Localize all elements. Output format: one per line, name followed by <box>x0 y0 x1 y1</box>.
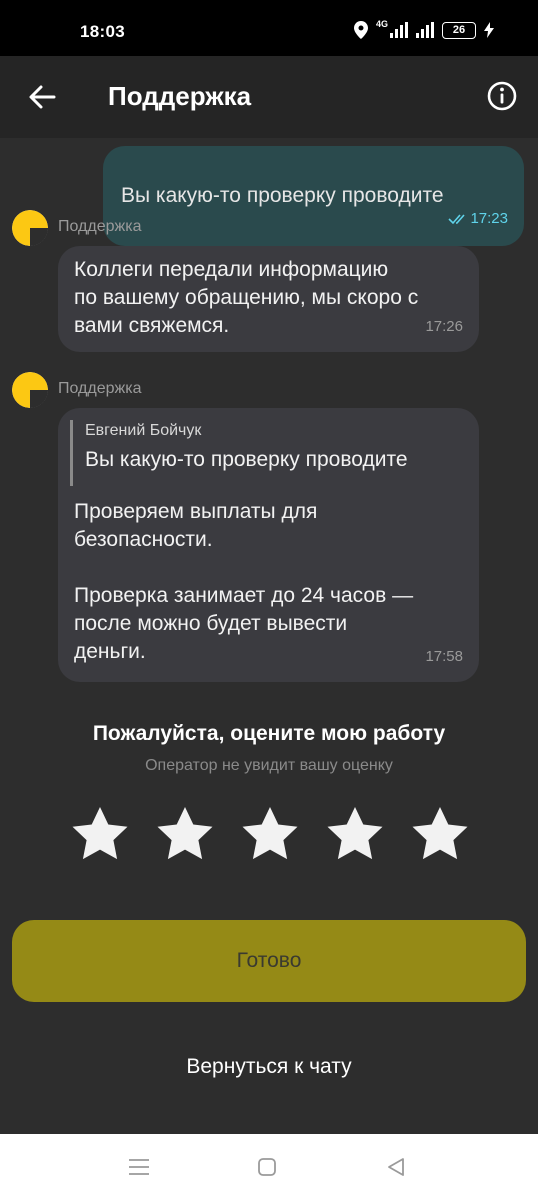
done-button[interactable]: Готово <box>12 920 526 1002</box>
network-type-label: 4G <box>375 19 388 29</box>
signal-icon <box>416 22 434 38</box>
system-nav-bar <box>0 1134 538 1200</box>
sender-name: Поддержка <box>58 380 142 397</box>
location-icon <box>353 21 368 39</box>
support-avatar <box>12 372 48 408</box>
status-bar: 18:03 4G 26 <box>0 0 538 56</box>
rating-subtitle: Оператор не увидит вашу оценку <box>145 757 393 774</box>
message-time: 17:23 <box>470 210 508 227</box>
double-check-icon <box>448 213 466 224</box>
support-logo-icon <box>12 210 48 246</box>
star-rating[interactable] <box>70 804 470 864</box>
app-header: Поддержка <box>0 56 538 138</box>
back-triangle-icon[interactable] <box>386 1157 406 1177</box>
message-text: Проверяем выплаты для безопасности. Пров… <box>74 500 414 663</box>
page-title: Поддержка <box>108 81 252 111</box>
message-time: 17:58 <box>425 648 463 665</box>
incoming-message[interactable]: Коллеги передали информацию по вашему об… <box>58 246 479 352</box>
info-icon[interactable] <box>486 80 518 112</box>
charging-icon <box>484 22 494 38</box>
sender-name: Поддержка <box>58 218 142 235</box>
message-text: Коллеги передали информацию по вашему об… <box>74 258 419 337</box>
arrow-left-icon[interactable] <box>26 81 58 113</box>
status-icons: 4G 26 <box>353 19 494 39</box>
quoted-message[interactable]: Евгений Бойчук Вы какую-то проверку пров… <box>70 420 408 486</box>
status-time: 18:03 <box>80 22 125 41</box>
star-icon[interactable] <box>410 804 470 864</box>
signal-icon <box>390 22 408 38</box>
battery-icon: 26 <box>442 21 476 39</box>
support-avatar <box>12 210 48 246</box>
battery-level: 26 <box>452 24 466 36</box>
incoming-message[interactable]: Евгений Бойчук Вы какую-то проверку пров… <box>58 408 479 682</box>
star-icon[interactable] <box>325 804 385 864</box>
menu-icon[interactable] <box>128 1158 150 1176</box>
message-time: 17:26 <box>425 318 463 335</box>
star-icon[interactable] <box>70 804 130 864</box>
rating-title: Пожалуйста, оцените мою работу <box>92 722 446 745</box>
message-text: Вы какую-то проверку проводите <box>121 184 444 207</box>
home-icon[interactable] <box>257 1157 277 1177</box>
support-logo-icon <box>12 372 48 408</box>
quote-text: Вы какую-то проверку проводите <box>85 448 408 471</box>
quote-author: Евгений Бойчук <box>85 422 202 439</box>
message-meta: 17:23 <box>448 210 508 227</box>
back-to-chat-link[interactable]: Вернуться к чату <box>0 1055 538 1079</box>
star-icon[interactable] <box>155 804 215 864</box>
outgoing-message[interactable]: Вы какую-то проверку проводите 17:23 <box>103 146 524 246</box>
star-icon[interactable] <box>240 804 300 864</box>
